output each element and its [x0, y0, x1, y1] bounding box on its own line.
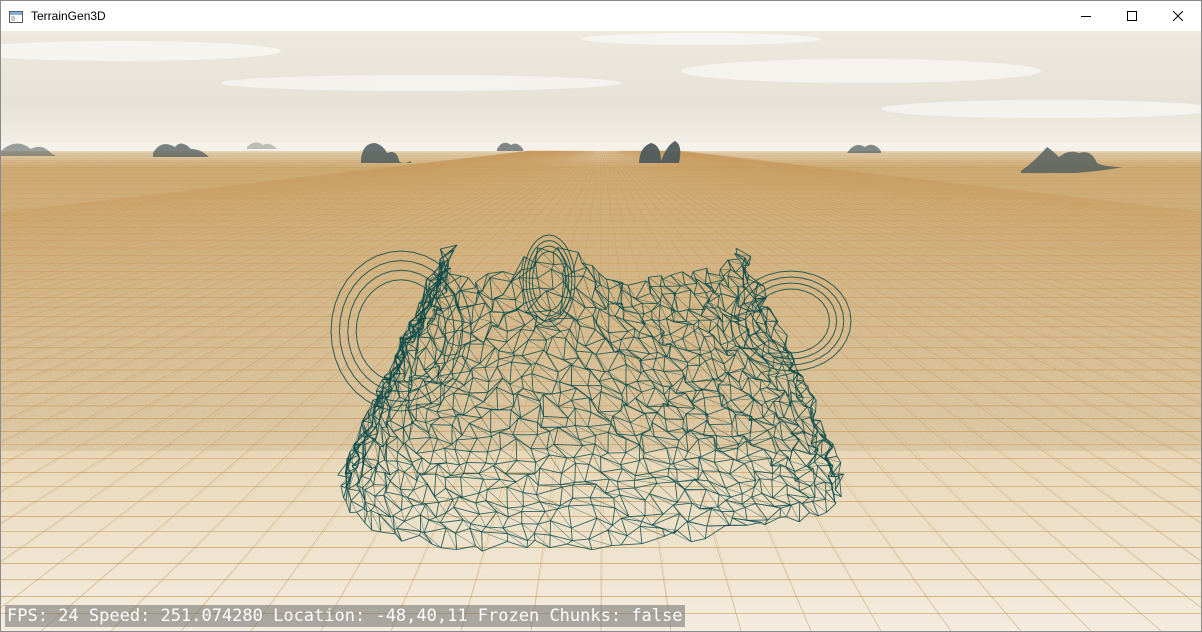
- title-bar[interactable]: TerrainGen3D: [1, 1, 1201, 31]
- window-title: TerrainGen3D: [31, 9, 106, 23]
- terrain-scene: [1, 31, 1201, 631]
- app-window: TerrainGen3D FPS: 24 Speed: 251.074280 L…: [0, 0, 1202, 632]
- close-icon: [1173, 11, 1183, 21]
- maximize-button[interactable]: [1109, 1, 1155, 31]
- window-controls: [1063, 1, 1201, 31]
- close-button[interactable]: [1155, 1, 1201, 31]
- minimize-icon: [1081, 16, 1091, 17]
- minimize-button[interactable]: [1063, 1, 1109, 31]
- maximize-icon: [1127, 11, 1137, 21]
- app-window-icon: [9, 9, 23, 23]
- hud-status-text: FPS: 24 Speed: 251.074280 Location: -48,…: [5, 605, 685, 627]
- render-viewport[interactable]: FPS: 24 Speed: 251.074280 Location: -48,…: [1, 31, 1201, 631]
